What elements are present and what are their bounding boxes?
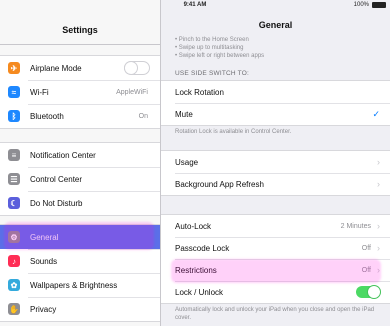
- ipad-settings-screen: iPad 9:41 AM 100% Settings ✈ Airplane Mo…: [0, 0, 390, 326]
- sidebar-item-label: General: [30, 232, 59, 242]
- sidebar-item-sounds[interactable]: ♪ Sounds: [0, 249, 160, 273]
- row-label: Background App Refresh: [175, 179, 264, 189]
- background-app-refresh-row[interactable]: Background App Refresh ›: [161, 173, 390, 195]
- sidebar-group-connectivity: ✈ Airplane Mode ≈ Wi-Fi AppleWiFi ᛒ Blue…: [0, 55, 160, 129]
- chevron-right-icon: ›: [377, 243, 380, 253]
- general-panel: General • Pinch to the Home Screen • Swi…: [161, 10, 390, 326]
- usage-group: Usage › Background App Refresh ›: [161, 150, 390, 196]
- bluetooth-value: On: [138, 112, 148, 120]
- privacy-icon: ✋: [8, 303, 20, 315]
- wifi-network-value: AppleWiFi: [116, 88, 148, 96]
- page-title: General: [258, 20, 293, 30]
- speaker-icon: ♪: [8, 255, 20, 267]
- chevron-right-icon: ›: [377, 157, 380, 167]
- row-value: Off: [361, 244, 371, 252]
- sidebar-item-wallpapers[interactable]: ✿ Wallpapers & Brightness: [0, 273, 160, 297]
- row-label: Auto-Lock: [175, 221, 212, 231]
- sidebar-item-label: Do Not Disturb: [30, 198, 83, 208]
- wallpaper-icon: ✿: [8, 279, 20, 291]
- gestures-hint-line: • Pinch to the Home Screen: [175, 37, 249, 43]
- wifi-icon: ≈: [8, 86, 20, 98]
- sidebar-item-label: Wi-Fi: [30, 87, 49, 97]
- sidebar-title: Settings: [62, 25, 98, 35]
- lock-rotation-option[interactable]: Lock Rotation: [161, 81, 390, 103]
- sidebar-item-label: Privacy: [30, 304, 57, 314]
- airplane-mode-toggle[interactable]: [124, 61, 150, 75]
- bluetooth-icon: ᛒ: [8, 110, 20, 122]
- gestures-hint: • Pinch to the Home Screen • Swipe up to…: [175, 36, 385, 60]
- sidebar-group-centers: ≡ Notification Center ☰ Control Center ☾…: [0, 142, 160, 216]
- sidebar-item-label: Airplane Mode: [30, 63, 82, 73]
- row-value: Off: [361, 266, 371, 274]
- moon-icon: ☾: [8, 197, 20, 209]
- gestures-hint-line: • Swipe left or right between apps: [175, 53, 265, 59]
- lock-group: Auto-Lock 2 Minutes › Passcode Lock Off …: [161, 214, 390, 304]
- sidebar-divider: [0, 44, 160, 45]
- side-switch-header: USE SIDE SWITCH TO:: [175, 70, 249, 77]
- chevron-right-icon: ›: [377, 221, 380, 231]
- sidebar-item-general[interactable]: ⚙ General: [0, 225, 160, 249]
- checkmark-icon: ✓: [372, 108, 380, 119]
- lock-unlock-toggle[interactable]: [356, 286, 380, 298]
- notification-center-icon: ≡: [8, 149, 20, 161]
- sidebar-item-label: Control Center: [30, 174, 83, 184]
- airplane-icon: ✈: [8, 62, 20, 74]
- sidebar-item-label: Notification Center: [30, 150, 96, 160]
- gear-icon: ⚙: [8, 231, 20, 243]
- auto-lock-row[interactable]: Auto-Lock 2 Minutes ›: [161, 215, 390, 237]
- lock-hint: Automatically lock and unlock your iPad …: [175, 307, 375, 321]
- settings-sidebar: Settings ✈ Airplane Mode ≈ Wi-Fi AppleWi…: [0, 0, 161, 326]
- battery-icon: [372, 2, 386, 8]
- mute-option[interactable]: Mute ✓: [161, 103, 390, 125]
- control-center-icon: ☰: [8, 173, 20, 185]
- row-label: Lock / Unlock: [175, 287, 224, 297]
- option-label: Lock Rotation: [175, 87, 224, 97]
- sidebar-item-control-center[interactable]: ☰ Control Center: [0, 167, 160, 191]
- sidebar-item-notification-center[interactable]: ≡ Notification Center: [0, 143, 160, 167]
- sidebar-item-airplane-mode[interactable]: ✈ Airplane Mode: [0, 56, 160, 80]
- lock-unlock-row[interactable]: Lock / Unlock: [161, 281, 390, 303]
- sidebar-group-device: ⚙ General ♪ Sounds ✿ Wallpapers & Bright…: [0, 224, 160, 322]
- usage-row[interactable]: Usage ›: [161, 151, 390, 173]
- row-value: 2 Minutes: [340, 222, 371, 230]
- sidebar-item-label: Wallpapers & Brightness: [30, 280, 118, 290]
- row-label: Restrictions: [175, 265, 217, 275]
- sidebar-item-do-not-disturb[interactable]: ☾ Do Not Disturb: [0, 191, 160, 215]
- gestures-hint-line: • Swipe up to multitasking: [175, 45, 244, 51]
- row-label: Usage: [175, 157, 199, 167]
- battery-percent: 100%: [353, 2, 369, 8]
- status-right: 100%: [354, 0, 386, 10]
- chevron-right-icon: ›: [377, 265, 380, 275]
- passcode-lock-row[interactable]: Passcode Lock Off ›: [161, 237, 390, 259]
- side-switch-group: Lock Rotation Mute ✓: [161, 80, 390, 126]
- sidebar-item-label: Bluetooth: [30, 111, 64, 121]
- restrictions-row[interactable]: Restrictions Off ›: [161, 259, 390, 281]
- rotation-hint: Rotation Lock is available in Control Ce…: [175, 129, 292, 135]
- sidebar-item-bluetooth[interactable]: ᛒ Bluetooth On: [0, 104, 160, 128]
- row-label: Passcode Lock: [175, 243, 230, 253]
- option-label: Mute: [175, 109, 193, 119]
- sidebar-item-privacy[interactable]: ✋ Privacy: [0, 297, 160, 321]
- chevron-right-icon: ›: [377, 179, 380, 189]
- sidebar-item-label: Sounds: [30, 256, 58, 266]
- sidebar-item-wifi[interactable]: ≈ Wi-Fi AppleWiFi: [0, 80, 160, 104]
